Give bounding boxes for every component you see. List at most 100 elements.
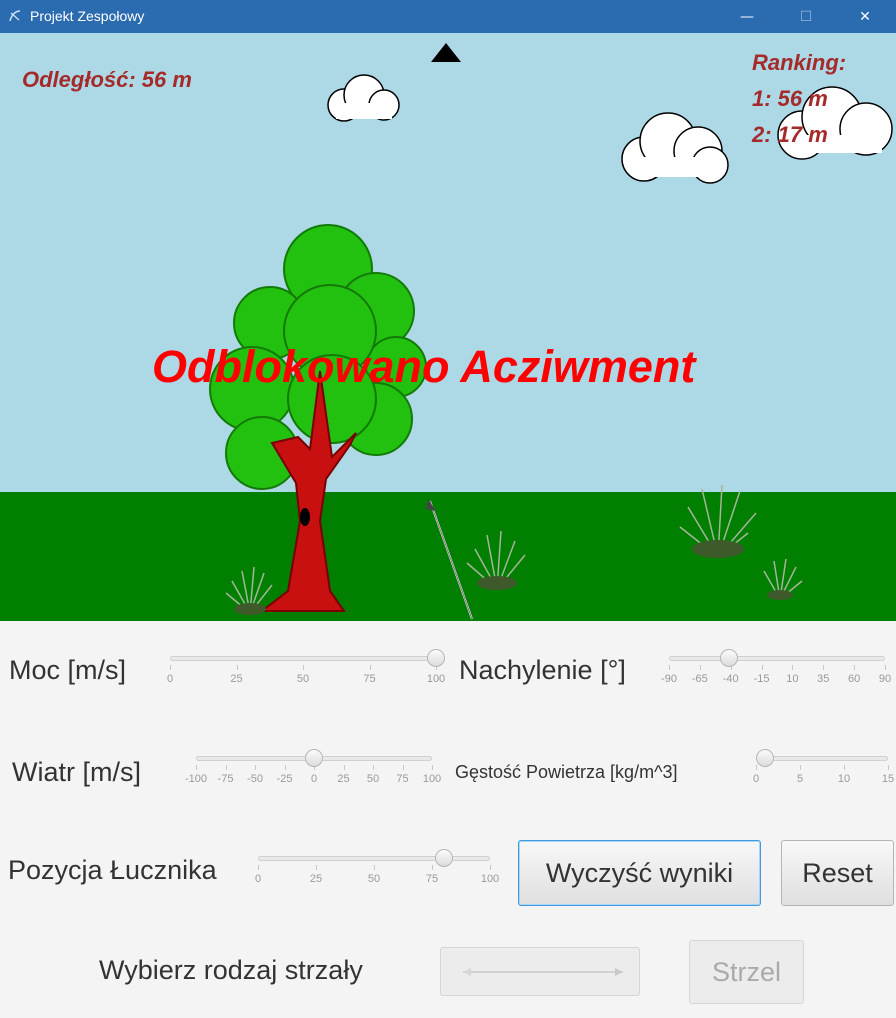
slider-tick-label: 90 — [878, 673, 892, 685]
slider-tick-label: 100 — [480, 873, 500, 885]
slider-tick-label: 75 — [363, 673, 376, 685]
ranking-panel: Ranking: 1: 56 m 2: 17 m — [752, 45, 846, 153]
slider-tick — [844, 765, 845, 770]
slider-tick — [885, 665, 886, 670]
slider-tick-label: 75 — [396, 773, 409, 785]
air-density-label: Gęstość Powietrza [kg/m^3] — [455, 762, 678, 782]
slider-tick — [373, 765, 374, 770]
slider-tick-label: -50 — [247, 773, 263, 785]
slider-track[interactable] — [170, 656, 436, 661]
slider-tick-label: 25 — [230, 673, 243, 685]
slider-tick-label: 0 — [254, 873, 262, 885]
slider-tick — [255, 765, 256, 770]
grass-tuft-icon — [225, 566, 273, 615]
ranking-title: Ranking: — [752, 50, 847, 75]
slider-tick-label: 100 — [422, 773, 442, 785]
slider-tick — [669, 665, 670, 670]
slider-tick-label: 50 — [296, 673, 310, 685]
ranking-entry: 2: 17 m — [752, 122, 828, 147]
wind-label: Wiatr [m/s] — [12, 757, 141, 787]
slider-tick — [284, 765, 286, 770]
cloud-icon — [621, 112, 729, 184]
slider-tick-label: -40 — [722, 673, 739, 685]
arrow-icon — [463, 968, 623, 976]
angle-slider[interactable]: -90 -65 -40 -15 10 35 60 90 — [661, 649, 891, 693]
grass-tuft-icon — [679, 484, 757, 558]
slider-tick — [343, 765, 345, 770]
slider-ticks — [756, 765, 889, 771]
clear-results-button[interactable]: Wyczyść wyniki — [518, 840, 761, 906]
slider-tick-label: 25 — [337, 773, 350, 785]
power-label: Moc [m/s] — [9, 655, 127, 685]
slider-tick — [432, 865, 433, 870]
close-button[interactable]: ✕ — [842, 0, 888, 33]
distance-readout: Odległość: 56 m — [22, 67, 192, 92]
slider-tick — [303, 665, 304, 670]
slider-track[interactable] — [756, 756, 888, 761]
archer-position-slider[interactable]: 0 25 50 75 100 — [254, 849, 499, 893]
slider-tick-label: 15 — [881, 773, 895, 785]
slider-tick — [823, 665, 825, 670]
game-scene: Odległość: 56 m Ranking: 1: 56 m 2: 17 m… — [0, 33, 896, 621]
slider-ticks — [669, 665, 886, 671]
slider-tick-label: 50 — [366, 773, 380, 785]
slider-tick-label: 100 — [426, 673, 446, 685]
close-icon: ✕ — [859, 8, 871, 25]
slider-tick-label: 50 — [367, 873, 381, 885]
cloud-icon — [327, 74, 400, 122]
slider-thumb[interactable] — [305, 749, 323, 767]
slider-tick-label: 25 — [309, 873, 323, 885]
slider-tick-label: -25 — [276, 773, 293, 785]
slider-tick — [402, 765, 404, 770]
ranking-entry: 1: 56 m — [752, 86, 828, 111]
air-density-slider[interactable]: 0 5 10 15 — [752, 749, 894, 793]
slider-thumb[interactable] — [720, 649, 738, 667]
maximize-button[interactable]: ☐ — [783, 0, 829, 33]
slider-thumb[interactable] — [434, 849, 453, 867]
slider-tick — [490, 865, 491, 870]
grass-tuft-icon — [763, 558, 803, 600]
slider-track[interactable] — [669, 656, 885, 661]
slider-tick — [792, 665, 794, 670]
slider-tick-label: -65 — [691, 673, 708, 685]
slider-tick — [699, 665, 701, 670]
angle-label: Nachylenie [°] — [459, 655, 626, 685]
maximize-icon: ☐ — [799, 8, 813, 25]
app-icon — [9, 10, 21, 22]
slider-tick — [225, 765, 227, 770]
slider-tick — [369, 665, 371, 670]
achievement-banner: Odblokowano Acziwment — [152, 341, 696, 392]
slider-tick — [854, 665, 856, 670]
slider-tick — [196, 765, 197, 770]
slider-tick-label: -15 — [753, 673, 770, 685]
slider-tick — [756, 765, 757, 770]
shoot-button[interactable]: Strzel — [689, 940, 804, 1004]
slider-tick-label: 0 — [310, 773, 318, 785]
arrow-type-select[interactable] — [440, 947, 640, 996]
slider-tick — [258, 865, 259, 870]
slider-tick-label: 75 — [425, 873, 439, 885]
slider-thumb[interactable] — [427, 649, 445, 667]
power-slider[interactable]: 0 25 50 75 100 — [166, 649, 445, 693]
archer-position-label: Pozycja Łucznika — [8, 855, 217, 885]
slider-track[interactable] — [258, 856, 490, 861]
wind-slider[interactable]: -100 -75 -50 -25 0 25 50 75 100 — [185, 749, 441, 793]
direction-marker-icon — [431, 43, 461, 62]
slider-thumb[interactable] — [755, 749, 774, 767]
slider-tick — [888, 765, 889, 770]
slider-tick-label: 35 — [817, 673, 830, 685]
slider-tick-label: 0 — [166, 673, 174, 685]
slider-ticks — [258, 865, 491, 871]
slider-tick — [316, 865, 317, 870]
slider-tick-label: -100 — [184, 773, 208, 785]
reset-button[interactable]: Reset — [781, 840, 894, 906]
slider-tick-label: 0 — [752, 773, 760, 785]
slider-tick-label: 5 — [796, 773, 804, 785]
slider-tick — [170, 665, 171, 670]
slider-tick — [374, 865, 375, 870]
window-title: Projekt Zespołowy — [30, 8, 145, 24]
minimize-icon: — — [740, 8, 754, 25]
minimize-button[interactable]: — — [724, 0, 770, 33]
tree-icon — [209, 224, 427, 612]
slider-tick-label: 10 — [786, 673, 799, 685]
